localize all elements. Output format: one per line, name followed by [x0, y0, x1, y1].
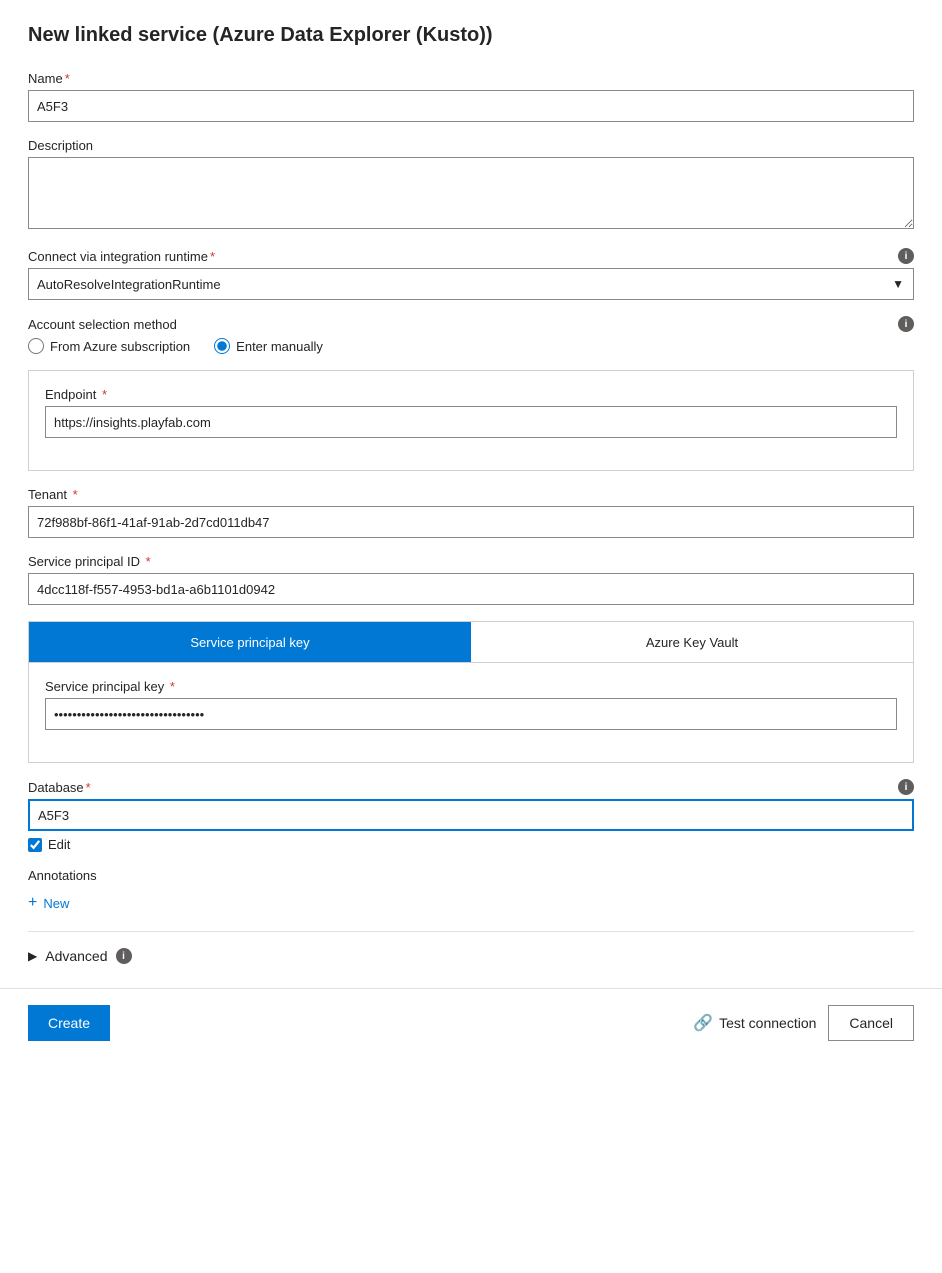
- service-principal-id-required: *: [146, 554, 151, 569]
- service-principal-id-label: Service principal ID *: [28, 554, 914, 569]
- section-divider: [28, 931, 914, 932]
- credential-tab-row: Service principal key Azure Key Vault: [28, 621, 914, 663]
- test-connection-icon: 🔗: [693, 1013, 713, 1033]
- create-button[interactable]: Create: [28, 1005, 110, 1041]
- radio-enter-manually[interactable]: [214, 338, 230, 354]
- database-required: *: [86, 780, 91, 795]
- database-group: Database * i Edit: [28, 779, 914, 852]
- database-label: Database: [28, 780, 84, 795]
- annotations-section: Annotations + New: [28, 868, 914, 915]
- account-selection-label: Account selection method: [28, 317, 177, 332]
- advanced-row[interactable]: ▶ Advanced i: [28, 948, 914, 964]
- test-connection-button[interactable]: 🔗 Test connection: [693, 1013, 816, 1033]
- name-label: Name *: [28, 71, 70, 86]
- tenant-input[interactable]: [28, 506, 914, 538]
- name-input[interactable]: [28, 90, 914, 122]
- integration-runtime-info-icon[interactable]: i: [898, 248, 914, 264]
- service-principal-key-required: *: [170, 679, 175, 694]
- service-principal-id-input[interactable]: [28, 573, 914, 605]
- footer-right: 🔗 Test connection Cancel: [693, 1005, 914, 1041]
- radio-from-azure[interactable]: [28, 338, 44, 354]
- endpoint-label: Endpoint *: [45, 387, 897, 402]
- radio-enter-manually-option[interactable]: Enter manually: [214, 338, 323, 354]
- tab-service-principal-key[interactable]: Service principal key: [29, 622, 471, 662]
- account-selection-info-icon[interactable]: i: [898, 316, 914, 332]
- service-principal-key-content: Service principal key *: [28, 663, 914, 763]
- advanced-chevron-icon: ▶: [28, 949, 37, 963]
- tenant-label: Tenant *: [28, 487, 914, 502]
- database-info-icon[interactable]: i: [898, 779, 914, 795]
- database-input[interactable]: [28, 799, 914, 831]
- edit-label: Edit: [48, 837, 70, 852]
- endpoint-section: Endpoint *: [28, 370, 914, 471]
- tenant-required: *: [73, 487, 78, 502]
- service-principal-key-group: Service principal key *: [45, 679, 897, 730]
- endpoint-required: *: [102, 387, 107, 402]
- integration-runtime-label: Connect via integration runtime: [28, 249, 208, 264]
- test-connection-label: Test connection: [719, 1015, 816, 1031]
- tenant-group: Tenant *: [28, 487, 914, 538]
- radio-from-azure-label: From Azure subscription: [50, 339, 190, 354]
- annotations-title: Annotations: [28, 868, 914, 883]
- footer: Create 🔗 Test connection Cancel: [0, 988, 942, 1057]
- endpoint-group: Endpoint *: [45, 387, 897, 438]
- account-selection-group: Account selection method i From Azure su…: [28, 316, 914, 354]
- new-button-label: New: [43, 896, 69, 911]
- radio-from-azure-option[interactable]: From Azure subscription: [28, 338, 190, 354]
- endpoint-input[interactable]: [45, 406, 897, 438]
- cancel-button[interactable]: Cancel: [828, 1005, 914, 1041]
- name-group: Name *: [28, 71, 914, 122]
- service-principal-key-input[interactable]: [45, 698, 897, 730]
- plus-icon: +: [28, 895, 37, 911]
- edit-checkbox-row: Edit: [28, 837, 914, 852]
- description-group: Description: [28, 138, 914, 232]
- service-principal-key-label: Service principal key *: [45, 679, 897, 694]
- integration-runtime-required: *: [210, 249, 215, 264]
- advanced-label: Advanced: [45, 948, 107, 964]
- description-textarea[interactable]: [28, 157, 914, 229]
- new-annotation-button[interactable]: + New: [28, 891, 69, 915]
- integration-runtime-group: Connect via integration runtime * i Auto…: [28, 248, 914, 300]
- edit-checkbox[interactable]: [28, 838, 42, 852]
- account-selection-radio-group: From Azure subscription Enter manually: [28, 338, 914, 354]
- service-principal-id-group: Service principal ID *: [28, 554, 914, 605]
- radio-enter-manually-label: Enter manually: [236, 339, 323, 354]
- description-label: Description: [28, 138, 914, 153]
- integration-runtime-select-wrapper: AutoResolveIntegrationRuntime ▼: [28, 268, 914, 300]
- advanced-info-icon[interactable]: i: [116, 948, 132, 964]
- page-title: New linked service (Azure Data Explorer …: [28, 24, 914, 47]
- name-required: *: [65, 71, 70, 86]
- tab-azure-key-vault[interactable]: Azure Key Vault: [471, 622, 913, 662]
- integration-runtime-select[interactable]: AutoResolveIntegrationRuntime: [28, 268, 914, 300]
